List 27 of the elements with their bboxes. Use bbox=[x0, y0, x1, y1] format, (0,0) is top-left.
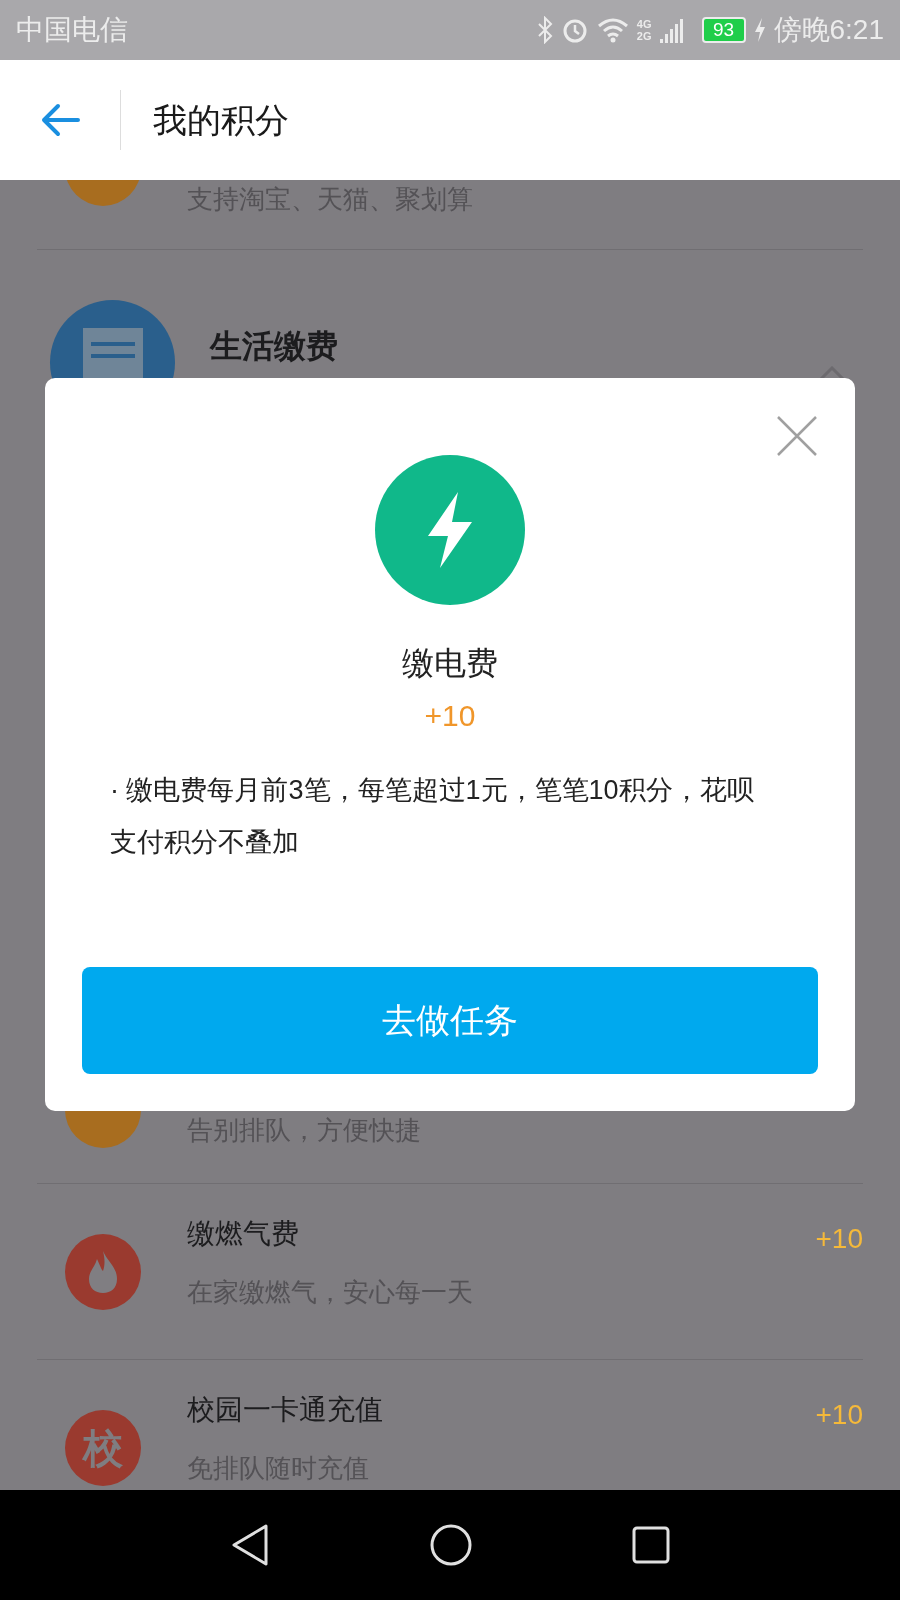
network-label: 2G bbox=[636, 30, 652, 42]
do-task-button[interactable]: 去做任务 bbox=[82, 967, 818, 1074]
points-value: +10 bbox=[815, 1398, 863, 1432]
dialog-title: 缴电费 bbox=[402, 644, 498, 683]
home-nav-button[interactable] bbox=[429, 1523, 473, 1567]
close-button[interactable] bbox=[775, 414, 819, 458]
page-title: 我的积分 bbox=[153, 99, 289, 141]
item-title: 校园一卡通充值 bbox=[187, 1393, 383, 1427]
wifi-icon bbox=[596, 17, 629, 43]
charging-icon bbox=[753, 18, 766, 42]
dialog-points: +10 bbox=[424, 698, 476, 734]
section-title: 生活缴费 bbox=[210, 327, 338, 366]
clock-time: 傍晚6:21 bbox=[773, 13, 884, 47]
recents-nav-button[interactable] bbox=[632, 1526, 671, 1564]
signal-icon bbox=[659, 17, 684, 43]
close-icon bbox=[776, 415, 818, 457]
square-icon bbox=[632, 1526, 671, 1564]
bluetooth-icon bbox=[536, 16, 553, 44]
back-arrow-icon bbox=[40, 103, 80, 137]
item-title: 缴燃气费 bbox=[187, 1217, 300, 1251]
battery-indicator: 93 bbox=[701, 17, 746, 43]
carrier-name: 中国电信 bbox=[16, 13, 128, 47]
circle-icon bbox=[429, 1523, 473, 1567]
network-label: 4G bbox=[636, 18, 652, 30]
points-value: +10 bbox=[815, 1222, 863, 1256]
dialog-description: · 缴电费每月前3笔，每笔超过1元，笔笔10积分，花呗支付积分不叠加 bbox=[109, 774, 755, 859]
school-icon: 校 bbox=[65, 1410, 141, 1486]
